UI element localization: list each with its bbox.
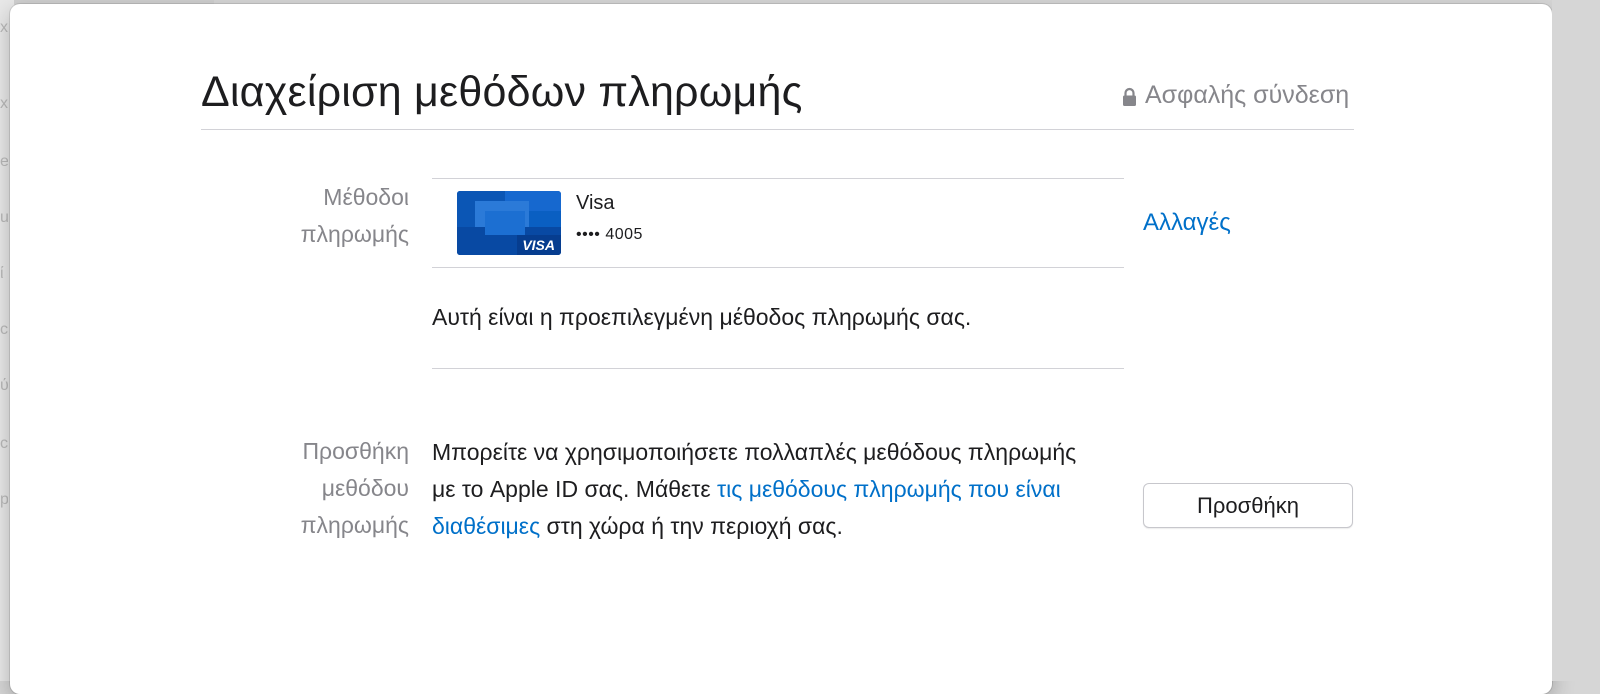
divider: [432, 178, 1124, 179]
background-glyph: ύ: [0, 378, 8, 394]
label-line: πληρωμής: [300, 512, 409, 538]
payment-methods-sheet: Διαχείριση μεθόδων πληρωμής Ασφαλής σύνδ…: [10, 4, 1552, 694]
background-glyph: c: [0, 322, 8, 338]
card-brand: Visa: [576, 192, 615, 214]
add-payment-method-label: Προσθήκη μεθόδου πληρωμής: [189, 433, 409, 544]
add-payment-method-button[interactable]: Προσθήκη: [1143, 483, 1353, 528]
label-line: Προσθήκη: [302, 438, 409, 464]
background-glyph: ί: [0, 266, 4, 282]
background-glyph: e: [0, 154, 8, 170]
secure-connection-label: Ασφαλής σύνδεση: [1145, 80, 1350, 109]
visa-card-image: VISA: [457, 191, 561, 255]
description-text: στη χώρα ή την περιοχή σας.: [540, 513, 843, 539]
background-glyph: u: [0, 210, 8, 226]
add-method-description: Μπορείτε να χρησιμοποιήσετε πολλαπλές με…: [432, 434, 1092, 545]
label-line: Μέθοδοι: [323, 184, 409, 210]
page-title: Διαχείριση μεθόδων πληρωμής: [201, 68, 803, 116]
visa-logo-text: VISA: [522, 237, 555, 253]
payment-methods-label: Μέθοδοι πληρωμής: [189, 179, 409, 253]
label-line: πληρωμής: [300, 221, 409, 247]
card-masked-number: •••• 4005: [576, 226, 643, 243]
label-line: μεθόδου: [321, 475, 409, 501]
default-method-note: Αυτή είναι η προεπιλεγμένη μέθοδος πληρω…: [432, 304, 972, 330]
divider: [432, 267, 1124, 268]
background-glyph: x: [0, 20, 8, 36]
background-glyph: p: [0, 492, 8, 508]
secure-connection-indicator: Ασφαλής σύνδεση: [1122, 80, 1349, 110]
lock-icon: [1122, 85, 1137, 106]
background-glyph: c: [0, 436, 8, 452]
background-glyph: x: [0, 96, 8, 112]
window-background-right: [1552, 0, 1600, 681]
change-payment-link[interactable]: Αλλαγές: [1143, 209, 1231, 237]
header-divider: [201, 129, 1354, 130]
divider: [432, 368, 1124, 369]
